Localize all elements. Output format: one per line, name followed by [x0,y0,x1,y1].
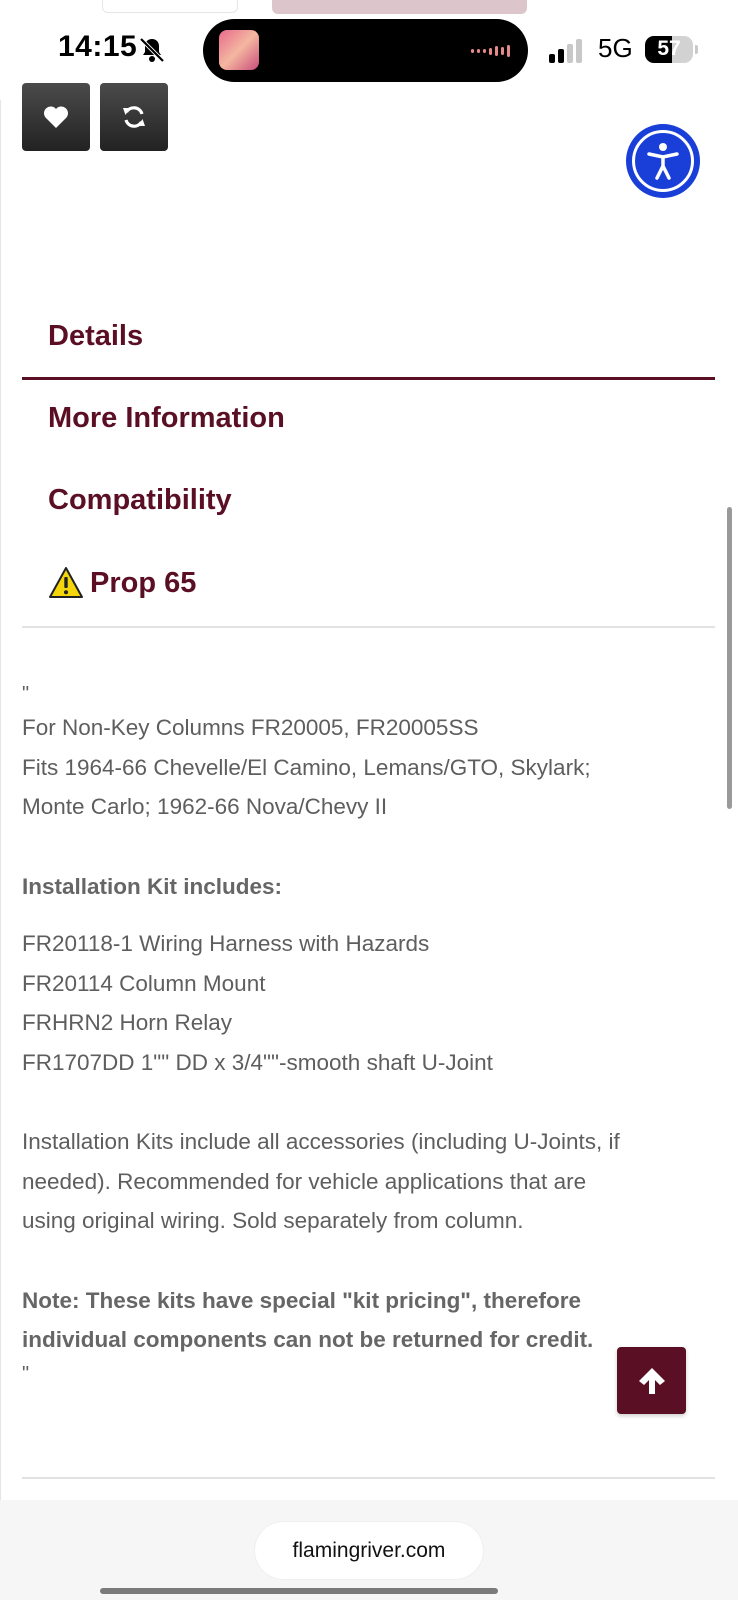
address-bar[interactable]: flamingriver.com [255,1522,483,1579]
battery-cap [695,45,698,54]
address-bar-url: flamingriver.com [292,1538,446,1562]
fits-line: Fits 1964-66 Chevelle/El Camino, Lemans/… [22,754,591,780]
note-line: individual components can not be returne… [22,1327,594,1352]
arrow-up-icon [638,1367,665,1394]
status-time: 14:15 [58,30,138,63]
tab-details[interactable]: Details [48,320,143,353]
note-line: Note: These kits have special "kit prici… [22,1287,582,1313]
cellular-signal-icon [549,39,582,63]
description-line: using original wiring. Sold separately f… [22,1208,524,1233]
scrollbar[interactable] [727,507,732,809]
active-tab-indicator [22,377,715,380]
partial-button [272,0,527,14]
back-to-top-button[interactable] [617,1347,686,1414]
kit-heading: Installation Kit includes: [22,873,283,899]
kit-item: FR1707DD 1"" DD x 3/4""-smooth shaft U-J… [22,1049,493,1075]
partial-element [102,0,238,13]
divider [22,626,715,628]
refresh-icon [123,106,145,128]
open-quote: " [22,683,30,705]
kit-item: FRHRN2 Horn Relay [22,1010,233,1035]
tab-compatibility[interactable]: Compatibility [48,484,232,517]
content-border [0,100,1,1500]
now-playing-artwork [219,30,259,70]
add-to-wishlist-button[interactable] [22,83,90,151]
battery-icon: 57 [645,36,693,63]
warning-icon [49,567,83,598]
tab-prop-65[interactable]: Prop 65 [48,566,196,600]
description-line: needed). Recommended for vehicle applica… [22,1168,587,1194]
columns-line: For Non-Key Columns FR20005, FR20005SS [22,715,479,740]
accessibility-icon [647,143,679,180]
kit-item: FR20114 Column Mount [22,970,266,996]
add-to-compare-button[interactable] [100,83,168,151]
home-indicator[interactable] [100,1588,498,1594]
kit-item: FR20118-1 Wiring Harness with Hazards [22,931,430,956]
tab-more-information[interactable]: More Information [48,402,285,435]
dynamic-island [203,19,528,82]
battery-percent: 57 [657,37,681,60]
details-content: " For Non-Key Columns FR20005, FR20005SS… [22,680,712,1388]
close-quote: " [22,1362,30,1385]
audio-waveform-icon [471,45,510,57]
tab-prop-65-label: Prop 65 [90,566,197,599]
network-type: 5G [598,33,633,63]
description-line: Installation Kits include all accessorie… [22,1129,620,1154]
fits-line: Monte Carlo; 1962-66 Nova/Chevy II [22,794,388,819]
accessibility-button[interactable] [626,124,700,198]
divider [22,1477,715,1479]
heart-icon [43,106,69,128]
bell-muted-icon [139,37,165,63]
